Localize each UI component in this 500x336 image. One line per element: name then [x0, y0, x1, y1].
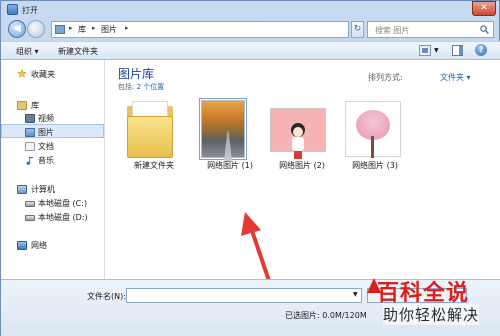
file-item-label: 网络图片 (2)	[279, 161, 325, 170]
sidebar-item-documents[interactable]: 文档	[1, 139, 104, 153]
refresh-button[interactable]: ↻	[351, 21, 364, 38]
watermark-subtitle: 助你轻松解决	[383, 304, 480, 325]
file-item-label: 网络图片 (1)	[207, 161, 253, 170]
watermark-title: 百科全说	[377, 281, 470, 306]
filename-dropdown-icon[interactable]: ▼	[353, 291, 358, 298]
navigation-pane: 收藏夹 库 视频 图片 文档 音乐 计算机 本地磁盘 (C:) 本地磁盘 (D:…	[1, 60, 105, 279]
image-thumbnail-road	[199, 98, 247, 160]
star-icon	[17, 69, 27, 78]
file-item-image-2[interactable]: 网络图片 (2)	[264, 100, 334, 180]
image-thumbnail-cartoon	[270, 108, 326, 159]
library-title: 图片库	[118, 67, 155, 81]
breadcrumb-library[interactable]: 库	[78, 24, 86, 35]
pictures-icon	[25, 128, 35, 137]
arrange-by-dropdown[interactable]: 文件夹 ▾	[440, 72, 471, 83]
documents-icon	[25, 142, 35, 151]
organize-button[interactable]: 组织 ▾	[16, 46, 39, 57]
window-title: 打开	[22, 6, 38, 15]
breadcrumb-separator-icon[interactable]: ▸	[92, 24, 96, 32]
file-item-new-folder[interactable]: 新建文件夹	[116, 100, 186, 180]
includes-label: 包括:	[118, 83, 135, 91]
sidebar-item-label: 本地磁盘 (D:)	[38, 213, 88, 222]
sidebar-item-label: 本地磁盘 (C:)	[38, 199, 88, 208]
sidebar-item-label: 库	[31, 101, 39, 110]
file-list-pane: 图片库 包括: 2 个位置 排列方式: 文件夹 ▾ 新建文件夹 网络图片 (1)	[106, 60, 500, 279]
sidebar-item-label: 视频	[38, 114, 54, 123]
filename-input[interactable]	[126, 288, 362, 303]
filename-label: 文件名(N):	[87, 292, 126, 301]
arrange-by-label: 排列方式:	[368, 73, 403, 82]
app-icon	[7, 4, 18, 15]
music-icon	[26, 156, 33, 165]
sidebar-item-pictures[interactable]: 图片	[1, 124, 104, 138]
video-icon	[25, 114, 35, 123]
sidebar-item-music[interactable]: 音乐	[1, 153, 104, 167]
sidebar-item-label: 计算机	[31, 185, 55, 194]
address-bar[interactable]: ▸ 库 ▸ 图片 ▸ ▼	[51, 21, 393, 38]
breadcrumb-separator-icon[interactable]: ▸	[69, 24, 73, 32]
sidebar-item-computer[interactable]: 计算机	[1, 182, 104, 196]
sidebar-item-drive-c[interactable]: 本地磁盘 (C:)	[1, 196, 104, 210]
breadcrumb-pictures[interactable]: 图片	[101, 24, 117, 35]
sidebar-item-favorites[interactable]: 收藏夹	[1, 67, 104, 81]
back-button[interactable]: ◀	[8, 20, 26, 38]
file-item-label: 新建文件夹	[134, 161, 174, 170]
sidebar-item-label: 收藏夹	[31, 70, 55, 79]
sidebar-item-label: 网络	[31, 241, 47, 250]
selection-status: 已选图片: 0.0M/120M	[285, 311, 367, 320]
computer-icon	[17, 185, 27, 194]
network-icon	[17, 241, 27, 250]
sidebar-item-label: 音乐	[38, 156, 54, 165]
preview-pane-icon[interactable]	[452, 45, 463, 56]
library-icon	[17, 101, 27, 110]
file-item-label: 网络图片 (3)	[352, 161, 398, 170]
sidebar-item-label: 图片	[38, 128, 54, 137]
file-item-image-3[interactable]: 网络图片 (3)	[337, 100, 407, 180]
pictures-location-icon	[55, 25, 65, 34]
search-placeholder: 搜索 图片	[375, 26, 410, 35]
search-input[interactable]: 搜索 图片	[367, 21, 494, 38]
change-view-icon[interactable]	[419, 45, 431, 56]
sidebar-item-network[interactable]: 网络	[1, 238, 104, 252]
title-bar: 打开 ✕	[1, 1, 500, 19]
new-folder-button[interactable]: 新建文件夹	[58, 46, 98, 57]
drive-icon	[25, 215, 35, 221]
search-icon[interactable]	[480, 25, 489, 34]
image-thumbnail-tree	[345, 101, 401, 158]
view-dropdown-icon[interactable]: ▼	[434, 47, 439, 54]
sidebar-item-videos[interactable]: 视频	[1, 111, 104, 125]
file-item-image-1[interactable]: 网络图片 (1)	[192, 98, 262, 180]
drive-icon	[25, 201, 35, 207]
navigation-bar: ◀ ▶ ▸ 库 ▸ 图片 ▸ ▼ ↻ 搜索 图片	[1, 19, 500, 41]
sidebar-item-drive-d[interactable]: 本地磁盘 (D:)	[1, 210, 104, 224]
library-includes: 包括: 2 个位置	[118, 82, 164, 92]
open-dialog: 打开 ✕ ◀ ▶ ▸ 库 ▸ 图片 ▸ ▼ ↻ 搜索 图片 组织 ▾ 新建文件夹…	[0, 0, 500, 336]
sidebar-item-libraries[interactable]: 库	[1, 98, 104, 112]
content-area: 收藏夹 库 视频 图片 文档 音乐 计算机 本地磁盘 (C:) 本地磁盘 (D:…	[1, 60, 500, 324]
forward-button[interactable]: ▶	[27, 20, 45, 38]
includes-locations-link[interactable]: 2 个位置	[137, 83, 165, 91]
help-icon[interactable]: ?	[475, 44, 487, 56]
command-bar: 组织 ▾ 新建文件夹 ▼ ?	[1, 41, 500, 60]
breadcrumb-separator-icon[interactable]: ▸	[125, 24, 129, 32]
folder-icon	[125, 100, 177, 162]
close-button[interactable]: ✕	[472, 1, 496, 16]
sidebar-item-label: 文档	[38, 142, 54, 151]
